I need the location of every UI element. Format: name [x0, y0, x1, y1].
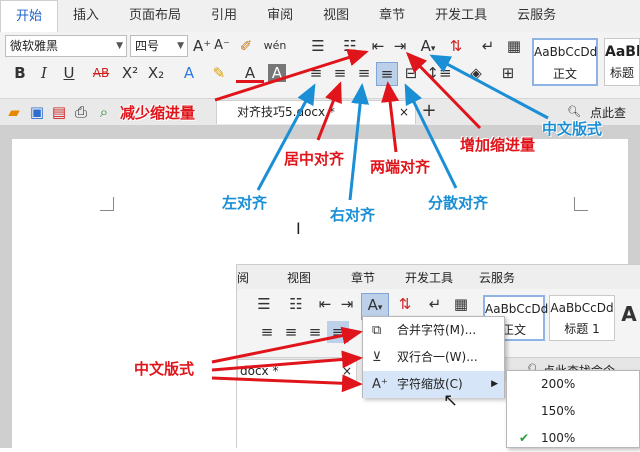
arrow-right [348, 83, 370, 201]
arrow-decrease-indent [214, 48, 369, 102]
label-left: 左对齐 [222, 194, 268, 212]
arrow-center [316, 81, 342, 141]
arrow-left [256, 83, 316, 191]
arrow-justify [381, 81, 400, 153]
label-chinese-layout-2: 中文版式 [134, 360, 195, 378]
arrow-scale [211, 374, 363, 393]
label-justify: 两端对齐 [370, 158, 431, 176]
label-chinese-layout: 中文版式 [542, 120, 603, 138]
label-decrease-indent: 减少缩进量 [120, 104, 196, 122]
arrow-increase-indent [405, 51, 482, 130]
annotation-arrows [211, 48, 549, 393]
label-distribute: 分散对齐 [428, 194, 489, 212]
arrow-combine [211, 326, 363, 364]
label-increase-indent: 增加缩进量 [460, 136, 536, 154]
arrow-two-lines [211, 350, 363, 372]
arrow-chinese-layout [429, 54, 549, 120]
label-center: 居中对齐 [284, 150, 345, 168]
label-right: 右对齐 [330, 206, 376, 224]
